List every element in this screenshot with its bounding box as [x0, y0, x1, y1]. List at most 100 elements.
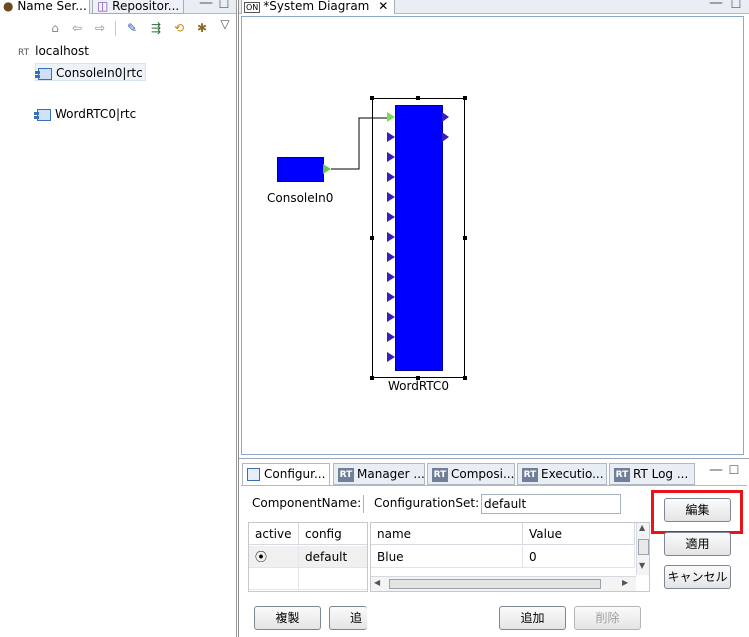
copy-button[interactable]: 複製	[254, 606, 321, 630]
in-port[interactable]	[387, 132, 395, 142]
config-set-table[interactable]: active config ⦿ default	[248, 522, 368, 592]
minimize-icon[interactable]: —	[199, 0, 213, 10]
tab-divider	[241, 485, 747, 486]
minimize-icon[interactable]: —	[709, 0, 723, 10]
resize-handle[interactable]	[463, 376, 467, 380]
diagram-canvas[interactable]: ConsoleIn0 WordRTC0	[241, 16, 744, 455]
tab-name-service[interactable]: ● Name Ser...	[0, 0, 90, 14]
apply-button[interactable]: 適用	[664, 532, 731, 556]
empty-cell	[299, 568, 367, 590]
properties-panel: Configur... RT Manager ... RT Composi... R…	[238, 458, 749, 637]
component-icon	[35, 67, 52, 80]
param-value-cell[interactable]: 0	[523, 546, 635, 568]
name-service-panel: ● Name Ser... ◫ Repositor... — ☐ ⌂ ⇦ ⇨ ✎…	[0, 0, 237, 637]
component-name-field	[363, 495, 367, 513]
tab-label: *System Diagram	[263, 0, 370, 13]
horizontal-scrollbar[interactable]: ◀ ▶	[371, 576, 636, 591]
in-port[interactable]	[387, 252, 395, 262]
config-values-table[interactable]: name Value Blue 0 ▲ ▼ ◀ ▶	[370, 522, 650, 592]
connection-line[interactable]	[242, 17, 745, 456]
config-icon	[247, 468, 260, 481]
scroll-thumb[interactable]	[638, 539, 649, 555]
configuration-set-field[interactable]: default	[481, 494, 621, 514]
tree-node-label: ConsoleIn0|rtc	[56, 66, 143, 80]
in-port[interactable]	[387, 292, 395, 302]
maximize-icon[interactable]: ☐	[217, 0, 231, 11]
forward-icon[interactable]: ⇨	[93, 21, 107, 35]
tree-node-consolein[interactable]: ConsoleIn0|rtc	[35, 63, 146, 81]
tree-node-label: WordRTC0|rtc	[55, 107, 137, 121]
component-name-label: ComponentName:	[252, 496, 362, 510]
tab-rt-log[interactable]: RT RT Log ...	[609, 463, 695, 485]
scroll-up-icon[interactable]: ▲	[639, 523, 645, 532]
column-header-config[interactable]: config	[299, 523, 367, 545]
out-port[interactable]	[442, 112, 449, 122]
close-icon[interactable]: ✕	[378, 0, 388, 13]
scroll-thumb[interactable]	[389, 579, 601, 589]
scroll-left-icon[interactable]: ◀	[374, 578, 380, 587]
tree-node-localhost[interactable]: RT localhost	[18, 42, 89, 60]
resize-handle[interactable]	[463, 236, 467, 240]
view-menu-icon[interactable]: ▽	[218, 17, 232, 31]
configuration-set-value: default	[484, 497, 527, 511]
tab-manager[interactable]: RT Manager ...	[333, 463, 425, 485]
in-port[interactable]	[387, 232, 395, 242]
column-header-name[interactable]: name	[371, 523, 523, 545]
tree-node-label: localhost	[35, 44, 89, 58]
resize-handle[interactable]	[463, 96, 467, 100]
in-port[interactable]	[387, 152, 395, 162]
column-header-active[interactable]: active	[249, 523, 299, 545]
scroll-right-icon[interactable]: ▶	[622, 578, 628, 587]
scroll-down-icon[interactable]: ▼	[639, 561, 645, 570]
out-port[interactable]	[442, 132, 449, 142]
tab-label: RT Log ...	[633, 467, 689, 481]
active-radio[interactable]: ⦿	[249, 546, 299, 568]
maximize-icon[interactable]: ☐	[729, 0, 743, 11]
cancel-button[interactable]: キャンセル	[664, 565, 731, 589]
tab-system-diagram[interactable]: ON *System Diagram ✕	[241, 0, 395, 14]
edit-button[interactable]: 編集	[664, 498, 731, 522]
tab-label: Manager ...	[357, 467, 425, 481]
resize-handle[interactable]	[370, 236, 374, 240]
in-port[interactable]	[387, 172, 395, 182]
in-port[interactable]	[387, 192, 395, 202]
in-port[interactable]	[387, 212, 395, 222]
resize-handle[interactable]	[370, 376, 374, 380]
in-port[interactable]	[387, 312, 395, 322]
back-icon[interactable]: ⇦	[70, 21, 84, 35]
toolbar-divider	[115, 21, 116, 36]
component-wordrtc0[interactable]	[395, 105, 443, 371]
column-header-value[interactable]: Value	[523, 523, 635, 545]
add-button[interactable]: 追加	[499, 606, 566, 630]
resize-handle[interactable]	[416, 96, 420, 100]
name-service-icon: ●	[3, 0, 14, 13]
home-icon[interactable]: ⌂	[48, 21, 62, 35]
tab-label: Repositor...	[112, 0, 180, 13]
tab-execution[interactable]: RT Executio...	[517, 463, 607, 485]
resize-handle[interactable]	[370, 96, 374, 100]
in-port[interactable]	[387, 112, 395, 122]
in-port[interactable]	[387, 332, 395, 342]
tab-label: Configur...	[264, 467, 326, 481]
rt-icon: RT	[338, 467, 354, 482]
add-config-set-button[interactable]: 追加	[329, 606, 367, 630]
filter-icon[interactable]: ⇶	[149, 21, 163, 35]
tab-composite[interactable]: RT Composi...	[427, 463, 515, 485]
tab-label: Executio...	[541, 467, 604, 481]
in-port[interactable]	[387, 352, 395, 362]
maximize-icon[interactable]: ☐	[727, 463, 741, 477]
in-port[interactable]	[387, 272, 395, 282]
rt-icon: RT	[18, 48, 30, 58]
delete-button[interactable]: 削除	[574, 606, 641, 630]
tree-node-wordrtc[interactable]: WordRTC0|rtc	[34, 105, 137, 123]
plug-icon[interactable]: ✱	[195, 21, 209, 35]
tab-configuration[interactable]: Configur...	[242, 463, 330, 485]
tab-label: Composi...	[451, 467, 515, 481]
sync-icon[interactable]: ⟲	[172, 21, 186, 35]
component-icon	[34, 108, 51, 121]
minimize-icon[interactable]: —	[709, 463, 723, 477]
rt-icon: RT	[614, 467, 630, 482]
tab-repository[interactable]: ◫ Repositor...	[92, 0, 184, 14]
edit-icon[interactable]: ✎	[125, 21, 139, 35]
vertical-scrollbar[interactable]: ▲ ▼	[636, 523, 649, 575]
